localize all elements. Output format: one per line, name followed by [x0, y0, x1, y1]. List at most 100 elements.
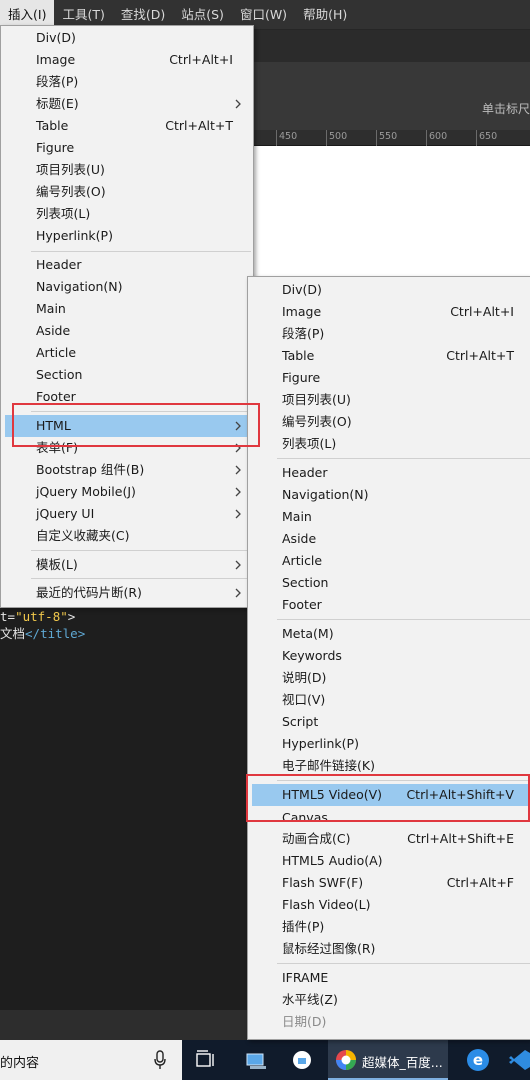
menu-item-header[interactable]: Header [252, 462, 530, 484]
code-attr: t= [0, 609, 16, 624]
menu-item-hyperlink[interactable]: Hyperlink(P) [5, 225, 249, 247]
menu-item-label: 说明(D) [282, 670, 327, 685]
menu-item-script[interactable]: Script [252, 711, 530, 733]
code-tag: </title> [25, 626, 86, 641]
chevron-right-icon [235, 487, 241, 497]
menu-item-aside[interactable]: Aside [5, 320, 249, 342]
menu-item-label: Bootstrap 组件(B) [36, 462, 145, 477]
menu-item-article[interactable]: Article [252, 550, 530, 572]
menu-item-label: 列表项(L) [36, 206, 91, 221]
ruler-tick: 650 [476, 130, 497, 146]
menu-item-label: Flash Video(L) [282, 897, 371, 912]
menubar-item-help[interactable]: 帮助(H) [295, 0, 355, 30]
code-string: "utf-8" [15, 609, 68, 624]
menu-item-keywords[interactable]: Keywords [252, 645, 530, 667]
chevron-right-icon [235, 509, 241, 519]
menu-item-label: 插件(P) [282, 919, 325, 934]
chevron-right-icon [235, 588, 241, 598]
menu-item-最近的代码片断[interactable]: 最近的代码片断(R) [5, 582, 249, 604]
menu-item-table[interactable]: Table Ctrl+Alt+T [5, 115, 249, 137]
microphone-icon[interactable] [153, 1050, 167, 1070]
menu-item-shortcut: Ctrl+Alt+Shift+E [407, 831, 514, 846]
ruler-tick: 550 [376, 130, 397, 146]
code-bracket: > [67, 609, 76, 624]
computer-icon[interactable] [244, 1048, 268, 1072]
menu-item-label: 日期(D) [282, 1014, 327, 1029]
menu-item-section[interactable]: Section [252, 572, 530, 594]
menu-item-项目列表[interactable]: 项目列表(U) [5, 159, 249, 181]
menu-item-navigation[interactable]: Navigation(N) [252, 484, 530, 506]
menu-item-标题[interactable]: 标题(E) [5, 93, 249, 115]
menu-item-说明[interactable]: 说明(D) [252, 667, 530, 689]
menu-item-label: 段落(P) [282, 326, 325, 341]
menu-item-table[interactable]: Table Ctrl+Alt+T [252, 345, 530, 367]
menu-item-label: Table [36, 118, 69, 133]
menu-item-meta[interactable]: Meta(M) [252, 623, 530, 645]
menu-item-aside[interactable]: Aside [252, 528, 530, 550]
taskbar-active-app[interactable]: 超媒体_百度... [328, 1040, 448, 1080]
menu-item-main[interactable]: Main [5, 298, 249, 320]
menu-item-jquery-ui[interactable]: jQuery UI [5, 503, 249, 525]
menu-item-figure[interactable]: Figure [252, 367, 530, 389]
menu-item-label: Navigation(N) [282, 487, 369, 502]
menu-item-自定义收藏夹[interactable]: 自定义收藏夹(C) [5, 525, 249, 547]
menu-item-article[interactable]: Article [5, 342, 249, 364]
menu-item-label: 段落(P) [36, 74, 79, 89]
svg-text:e: e [473, 1051, 483, 1069]
menu-item-section[interactable]: Section [5, 364, 249, 386]
menu-item-label: Figure [36, 140, 75, 155]
menu-item-段落[interactable]: 段落(P) [5, 71, 249, 93]
taskbar-search-box[interactable]: 的内容 [0, 1040, 182, 1080]
menu-item-列表项[interactable]: 列表项(L) [252, 433, 530, 455]
menu-item-label: 水平线(Z) [282, 992, 338, 1007]
menu-item-label: Article [36, 345, 77, 360]
menu-item-label: Hyperlink(P) [36, 228, 113, 243]
search-text: 的内容 [0, 1056, 40, 1071]
edge-browser-icon[interactable]: e [466, 1048, 490, 1072]
menu-item-列表项[interactable]: 列表项(L) [5, 203, 249, 225]
vscode-icon[interactable] [508, 1048, 530, 1072]
browser-app-icon[interactable] [290, 1048, 314, 1072]
menu-item-navigation[interactable]: Navigation(N) [5, 276, 249, 298]
menu-item-水平线[interactable]: 水平线(Z) [252, 989, 530, 1011]
menu-item-image[interactable]: Image Ctrl+Alt+I [5, 49, 249, 71]
menu-item-label: 动画合成(C) [282, 831, 351, 846]
menu-item-shortcut: Ctrl+Alt+I [169, 52, 233, 67]
taskbar-app-label: 超媒体_百度... [362, 1055, 443, 1070]
menu-separator [277, 963, 530, 964]
menu-item-label: Main [282, 509, 312, 524]
menu-item-html5-audio[interactable]: HTML5 Audio(A) [252, 850, 530, 872]
menu-item-hyperlink[interactable]: Hyperlink(P) [252, 733, 530, 755]
ruler-tick: 600 [426, 130, 447, 146]
menu-item-段落[interactable]: 段落(P) [252, 323, 530, 345]
menu-item-iframe[interactable]: IFRAME [252, 967, 530, 989]
menu-item-flash-swf[interactable]: Flash SWF(F) Ctrl+Alt+F [252, 872, 530, 894]
chevron-right-icon [235, 99, 241, 109]
menu-item-header[interactable]: Header [5, 254, 249, 276]
menu-item-编号列表[interactable]: 编号列表(O) [5, 181, 249, 203]
menu-item-image[interactable]: Image Ctrl+Alt+I [252, 301, 530, 323]
menu-item-div[interactable]: Div(D) [5, 27, 249, 49]
menu-item-main[interactable]: Main [252, 506, 530, 528]
menu-item-label: 编号列表(O) [282, 414, 352, 429]
menu-item-鼠标经过图像[interactable]: 鼠标经过图像(R) [252, 938, 530, 960]
menu-item-jquery-mobile[interactable]: jQuery Mobile(J) [5, 481, 249, 503]
menu-item-项目列表[interactable]: 项目列表(U) [252, 389, 530, 411]
menu-item-bootstrap-组件[interactable]: Bootstrap 组件(B) [5, 459, 249, 481]
menu-item-div[interactable]: Div(D) [252, 279, 530, 301]
task-view-icon[interactable] [194, 1048, 218, 1072]
menu-item-日期: 日期(D) [252, 1011, 530, 1033]
menu-item-footer[interactable]: Footer [252, 594, 530, 616]
menu-item-插件[interactable]: 插件(P) [252, 916, 530, 938]
menu-item-动画合成[interactable]: 动画合成(C) Ctrl+Alt+Shift+E [252, 828, 530, 850]
menu-item-模板[interactable]: 模板(L) [5, 554, 249, 576]
menu-item-编号列表[interactable]: 编号列表(O) [252, 411, 530, 433]
menu-item-shortcut: Ctrl+Alt+I [450, 304, 514, 319]
menu-item-视口[interactable]: 视口(V) [252, 689, 530, 711]
menu-item-label: Div(D) [36, 30, 76, 45]
menu-item-flash-video[interactable]: Flash Video(L) [252, 894, 530, 916]
menu-item-label: Article [282, 553, 323, 568]
menu-item-label: Figure [282, 370, 321, 385]
menu-item-figure[interactable]: Figure [5, 137, 249, 159]
menu-item-label: IFRAME [282, 970, 329, 985]
